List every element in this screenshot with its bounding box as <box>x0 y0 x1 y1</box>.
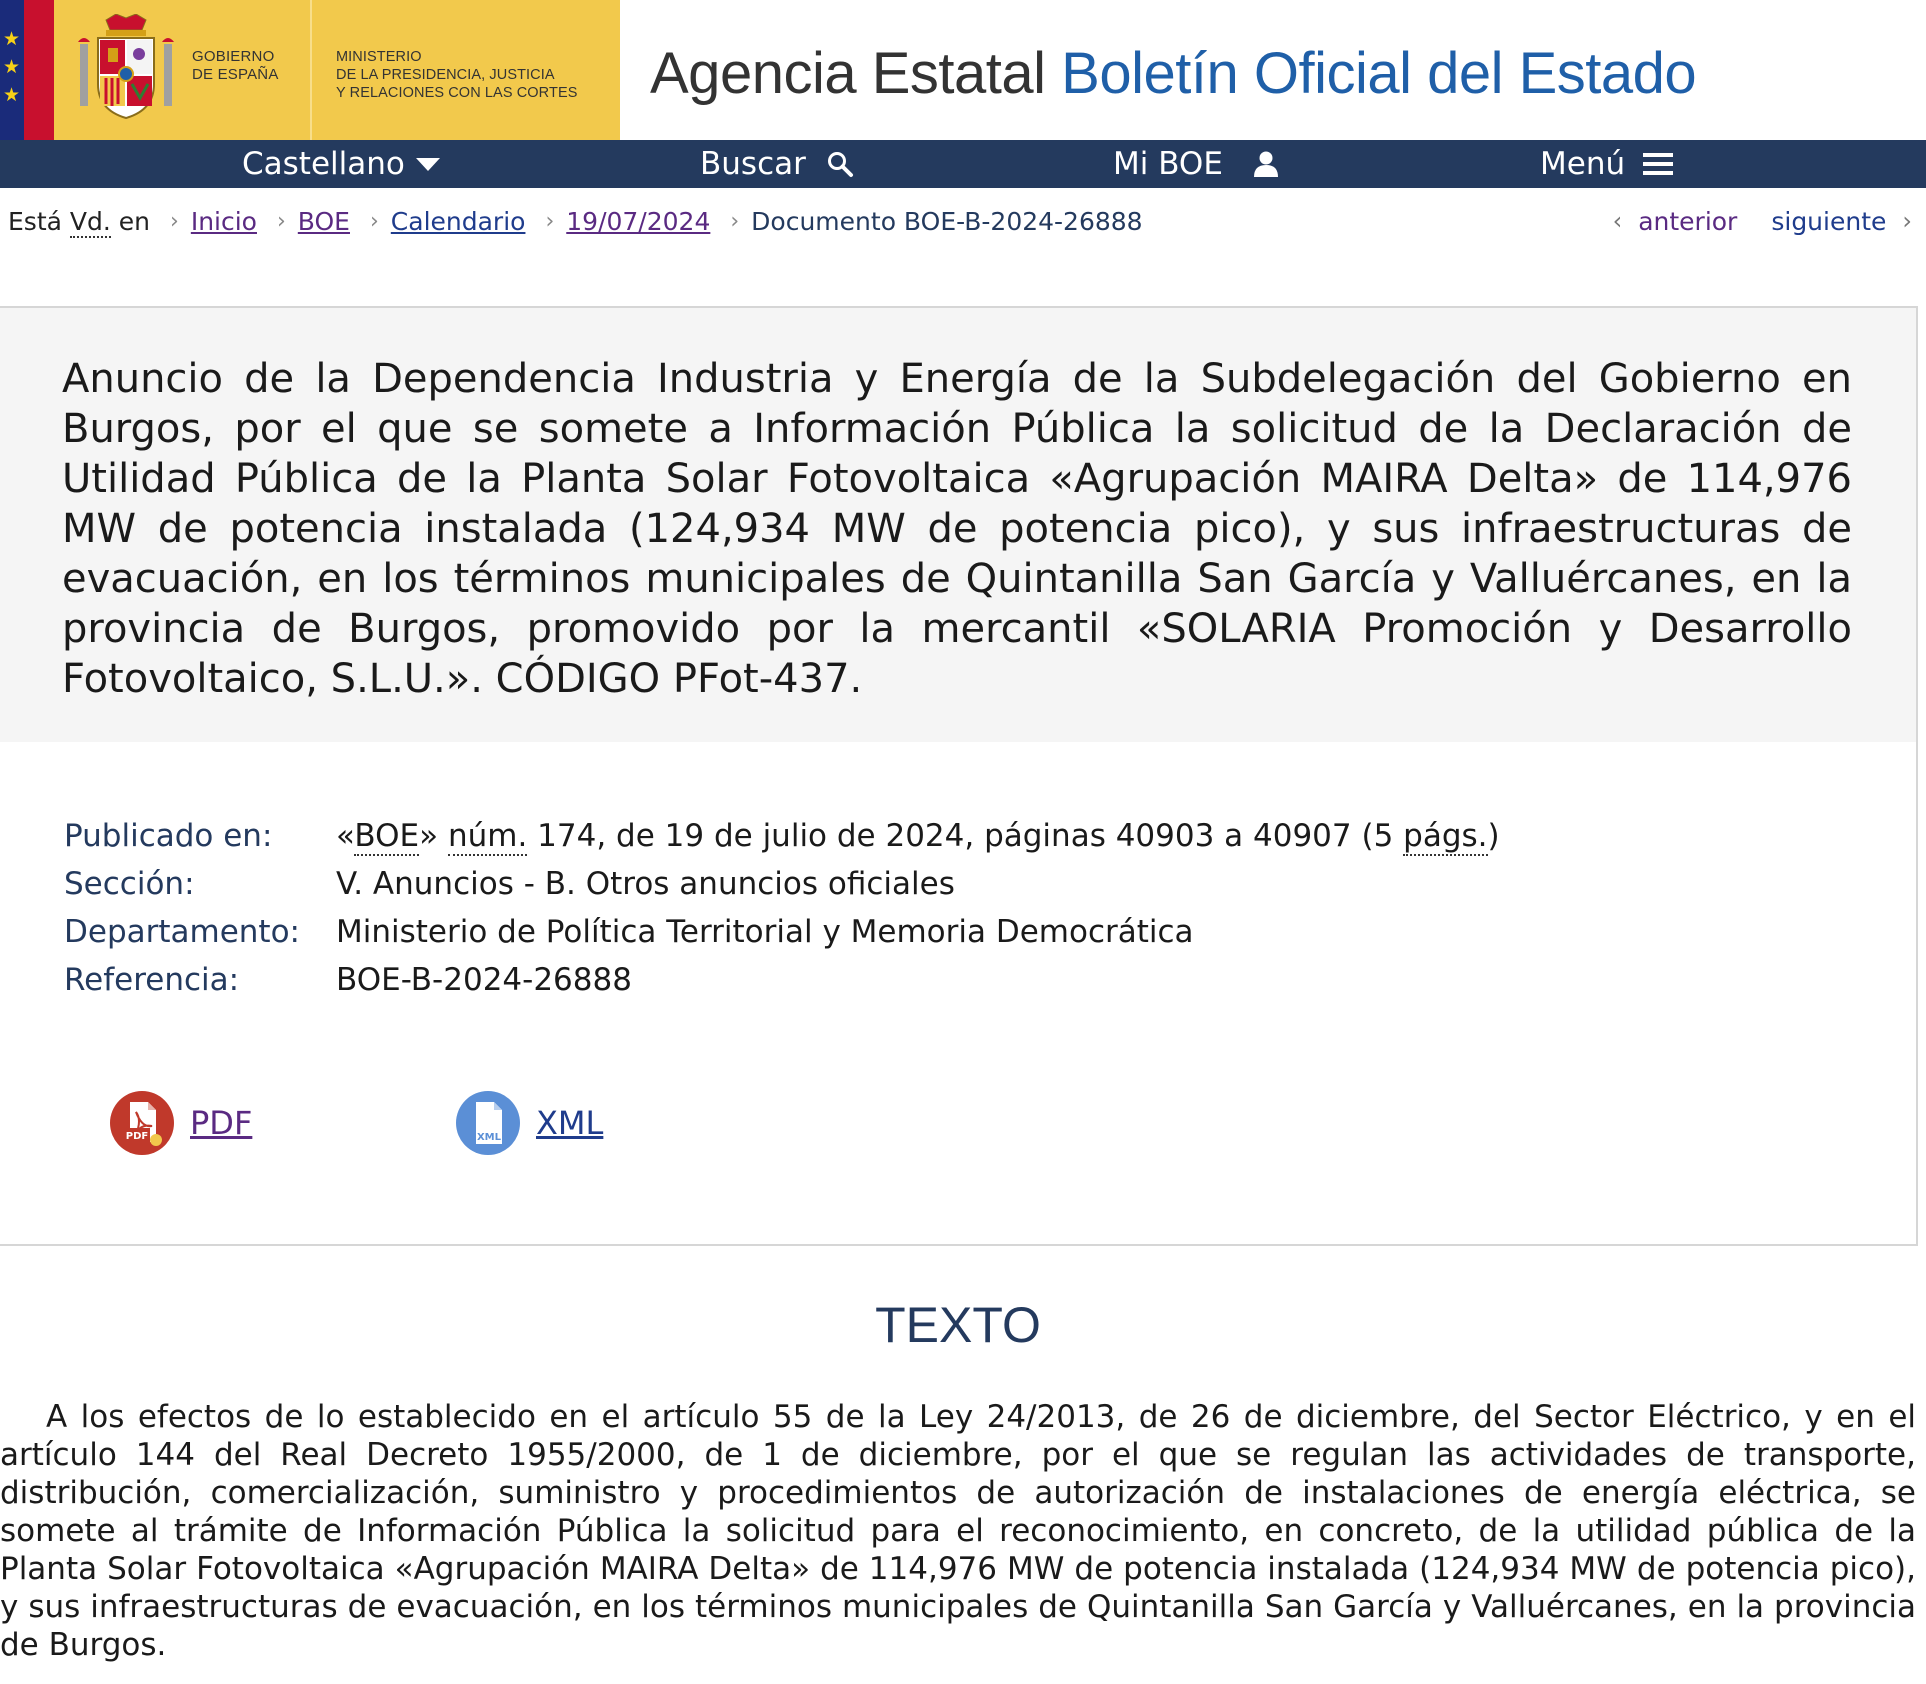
svg-text:PDF: PDF <box>126 1131 148 1142</box>
menu-label: Menú <box>1540 146 1626 182</box>
section-heading-texto: TEXTO <box>875 1297 1041 1353</box>
section-value: V. Anuncios - B. Otros anuncios oficiale… <box>336 866 955 902</box>
breadcrumb: Está Vd. en › Inicio › BOE › Calendario … <box>8 200 1143 242</box>
breadcrumb-boe-link[interactable]: BOE <box>298 207 350 236</box>
reference-label: Referencia: <box>64 962 240 998</box>
agency-prefix: Agencia Estatal <box>650 41 1046 106</box>
published-value: «BOE» núm. 174, de 19 de julio de 2024, … <box>336 818 1500 856</box>
star-icon: ★ <box>3 28 21 50</box>
pdf-file-icon[interactable]: PDF <box>110 1091 174 1155</box>
xml-file-icon[interactable]: XML <box>456 1091 520 1155</box>
document-pager: ‹ anterior siguiente › <box>1613 200 1912 242</box>
reference-value: BOE-B-2024-26888 <box>336 962 632 998</box>
pdf-link[interactable]: PDF <box>190 1104 252 1142</box>
previous-document-link[interactable]: anterior <box>1638 207 1737 236</box>
star-icon: ★ <box>3 56 21 78</box>
language-label: Castellano <box>242 146 405 182</box>
flag-stripe <box>24 0 54 140</box>
department-label: Departamento: <box>64 914 300 950</box>
meta-department: Departamento: Ministerio de Política Ter… <box>64 908 1194 956</box>
breadcrumb-home-link[interactable]: Inicio <box>191 207 257 236</box>
government-name: GOBIERNO DE ESPAÑA <box>192 48 279 83</box>
chevron-right-icon: › <box>545 208 555 234</box>
agency-title[interactable]: Agencia Estatal Boletín Oficial del Esta… <box>650 36 1697 112</box>
chevron-right-icon: › <box>1902 207 1912 235</box>
xml-download[interactable]: XML XML <box>456 1088 603 1158</box>
svg-text:XML: XML <box>477 1132 502 1143</box>
main-navigation: Castellano Buscar Mi BOE Menú <box>0 140 1926 188</box>
search-label: Buscar <box>700 146 806 182</box>
my-boe-label: Mi BOE <box>1113 146 1223 182</box>
meta-published: Publicado en: «BOE» núm. 174, de 19 de j… <box>64 812 1500 860</box>
chevron-right-icon: › <box>369 208 379 234</box>
breadcrumb-calendar-link[interactable]: Calendario <box>391 207 526 236</box>
caret-down-icon <box>415 158 440 171</box>
chevron-right-icon: › <box>730 208 740 234</box>
menu-button[interactable]: Menú <box>1540 140 1674 188</box>
breadcrumb-date-link[interactable]: 19/07/2024 <box>566 207 710 236</box>
chevron-right-icon: › <box>170 208 179 234</box>
ministry-name: MINISTERIO DE LA PRESIDENCIA, JUSTICIA Y… <box>336 49 578 101</box>
search-button[interactable]: Buscar <box>700 140 854 188</box>
meta-section: Sección: V. Anuncios - B. Otros anuncios… <box>64 860 955 908</box>
my-boe-button[interactable]: Mi BOE <box>1113 140 1279 188</box>
agency-name: Boletín Oficial del Estado <box>1061 41 1697 106</box>
department-value: Ministerio de Política Territorial y Mem… <box>336 914 1194 950</box>
language-selector[interactable]: Castellano <box>242 140 441 188</box>
meta-reference: Referencia: BOE-B-2024-26888 <box>64 956 632 1004</box>
pdf-download[interactable]: PDF PDF <box>110 1088 252 1158</box>
chevron-left-icon: ‹ <box>1612 207 1623 235</box>
xml-link[interactable]: XML <box>536 1104 603 1142</box>
document-metadata: Publicado en: «BOE» núm. 174, de 19 de j… <box>0 742 1918 1246</box>
eu-flag: ★ ★ ★ <box>0 0 24 140</box>
coat-of-arms-icon <box>78 14 174 120</box>
document-title-box: Anuncio de la Dependencia Industria y En… <box>0 306 1918 744</box>
site-header: ★ ★ ★ GOBIERNO DE ESPAÑA MINISTERIO DE L… <box>0 0 1926 140</box>
search-icon <box>827 152 853 177</box>
hamburger-icon <box>1643 153 1674 175</box>
document-title: Anuncio de la Dependencia Industria y En… <box>62 356 1852 702</box>
chevron-right-icon: › <box>276 208 286 234</box>
section-label: Sección: <box>64 866 195 902</box>
next-document-link[interactable]: siguiente <box>1771 207 1886 236</box>
breadcrumb-current: Documento BOE-B-2024-26888 <box>751 206 1143 236</box>
published-label: Publicado en: <box>64 818 273 854</box>
user-icon <box>1253 151 1278 177</box>
star-icon: ★ <box>3 84 21 106</box>
breadcrumb-label: Está Vd. en <box>8 206 151 238</box>
body-paragraph: A los efectos de lo establecido en el ar… <box>0 1399 1916 1663</box>
